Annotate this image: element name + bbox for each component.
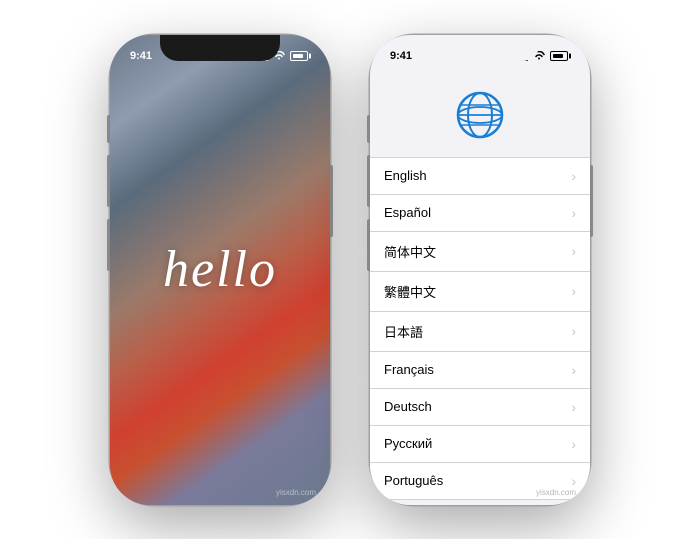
chevron-icon-zh-hans: ›: [571, 243, 576, 259]
language-label-zh-hant: 繁體中文: [384, 282, 436, 301]
chevron-icon-en: ›: [571, 168, 576, 184]
language-item-en[interactable]: English ›: [370, 157, 590, 195]
language-item-ja[interactable]: 日本語 ›: [370, 312, 590, 352]
notch: [160, 35, 280, 61]
battery-icon: [290, 51, 308, 61]
language-item-fr[interactable]: Français ›: [370, 352, 590, 389]
chevron-icon-es: ›: [571, 205, 576, 221]
chevron-icon-de: ›: [571, 399, 576, 415]
watermark: yisxdn.com: [536, 488, 576, 497]
hello-text: hello: [163, 240, 277, 299]
phone-language: 9:41: [370, 35, 590, 505]
language-screen: English›Español›简体中文›繁體中文›日本語›Français›D…: [370, 35, 590, 505]
language-label-en: English: [384, 168, 427, 183]
language-label-zh-hans: 简体中文: [384, 242, 436, 261]
status-time: 9:41: [130, 50, 152, 62]
chevron-icon-fr: ›: [571, 362, 576, 378]
power-button[interactable]: [330, 165, 333, 237]
phone-hello: 9:41 hello: [110, 35, 330, 505]
globe-icon: [454, 89, 506, 141]
phone-hello-screen: 9:41 hello: [110, 35, 330, 505]
language-label-fr: Français: [384, 362, 434, 377]
watermark: yisxdn.com: [276, 488, 316, 497]
language-label-pt: Português: [384, 473, 443, 488]
hello-background: hello: [110, 35, 330, 505]
language-item-zh-hant[interactable]: 繁體中文 ›: [370, 272, 590, 312]
chevron-icon-ru: ›: [571, 436, 576, 452]
language-item-zh-hans[interactable]: 简体中文 ›: [370, 232, 590, 272]
language-list: English›Español›简体中文›繁體中文›日本語›Français›D…: [370, 157, 590, 505]
language-item-es[interactable]: Español ›: [370, 195, 590, 232]
language-label-de: Deutsch: [384, 399, 432, 414]
language-item-ru[interactable]: Русский ›: [370, 426, 590, 463]
status-time: 9:41: [390, 50, 412, 62]
battery-icon: [550, 51, 568, 61]
phone-language-screen: 9:41: [370, 35, 590, 505]
chevron-icon-zh-hant: ›: [571, 283, 576, 299]
battery-fill: [553, 54, 563, 58]
battery-fill: [293, 54, 303, 58]
language-label-ja: 日本語: [384, 322, 423, 341]
language-label-es: Español: [384, 205, 431, 220]
language-label-ru: Русский: [384, 436, 432, 451]
power-button[interactable]: [590, 165, 593, 237]
chevron-icon-pt: ›: [571, 473, 576, 489]
language-item-de[interactable]: Deutsch ›: [370, 389, 590, 426]
notch: [420, 35, 540, 61]
chevron-icon-ja: ›: [571, 323, 576, 339]
